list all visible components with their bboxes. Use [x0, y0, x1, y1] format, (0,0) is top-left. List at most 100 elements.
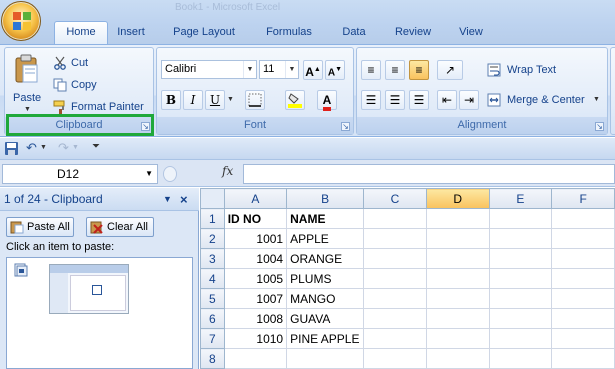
undo-dropdown-icon[interactable]: ▼	[40, 144, 47, 151]
cell-b1[interactable]: NAME	[286, 208, 365, 229]
cell[interactable]	[488, 228, 553, 249]
column-header-c[interactable]: C	[363, 188, 427, 209]
cell-a8[interactable]	[223, 348, 288, 369]
cell[interactable]	[551, 248, 615, 269]
font-color-button[interactable]: A	[317, 90, 337, 111]
copy-button[interactable]: Copy	[71, 79, 97, 91]
merge-center-button[interactable]: Merge & Center	[507, 94, 585, 106]
cell[interactable]	[363, 268, 427, 289]
cell[interactable]	[425, 308, 490, 329]
cell[interactable]	[551, 228, 615, 249]
row-header[interactable]: 8	[200, 348, 225, 369]
font-size-dropdown-icon[interactable]: ▼	[285, 61, 298, 78]
fill-color-button[interactable]	[285, 90, 305, 110]
cell[interactable]	[551, 268, 615, 289]
cell[interactable]	[363, 328, 427, 349]
bold-button[interactable]: B	[161, 90, 181, 110]
cell-b8[interactable]	[286, 348, 365, 369]
tab-formulas[interactable]: Formulas	[256, 22, 322, 44]
align-middle-button[interactable]: ≡	[385, 60, 405, 80]
cell[interactable]	[425, 268, 490, 289]
orientation-button[interactable]: ↗	[437, 60, 463, 80]
cell-b3[interactable]: ORANGE	[286, 248, 365, 269]
align-top-button[interactable]: ≡	[361, 60, 381, 80]
cell[interactable]	[425, 208, 490, 229]
wrap-text-button[interactable]: Wrap Text	[507, 64, 556, 76]
tab-data[interactable]: Data	[334, 22, 374, 44]
font-name-dropdown-icon[interactable]: ▼	[243, 61, 256, 78]
column-header-e[interactable]: E	[488, 188, 553, 209]
cell[interactable]	[488, 288, 553, 309]
format-painter-button[interactable]: Format Painter	[71, 101, 144, 113]
undo-icon[interactable]: ↶	[26, 140, 37, 156]
paste-button[interactable]: Paste ▼	[9, 52, 45, 114]
cut-button[interactable]: Cut	[71, 57, 88, 69]
cell[interactable]	[551, 348, 615, 369]
cell[interactable]	[551, 288, 615, 309]
cell[interactable]	[425, 228, 490, 249]
formula-input[interactable]	[243, 164, 615, 184]
cell-a2[interactable]: 1001	[223, 228, 288, 249]
tab-review[interactable]: Review	[386, 22, 440, 44]
name-box-dropdown-icon[interactable]: ▼	[145, 165, 153, 183]
underline-button[interactable]: U	[205, 90, 225, 110]
decrease-indent-button[interactable]: ⇤	[437, 90, 457, 110]
pane-options-dropdown-icon[interactable]: ▼	[163, 188, 172, 211]
row-header[interactable]: 6	[200, 308, 225, 329]
formula-bar-splitter-icon[interactable]	[163, 166, 177, 182]
font-dialog-launcher-icon[interactable]: ↘	[341, 122, 350, 131]
save-icon[interactable]	[4, 141, 19, 156]
cell-b2[interactable]: APPLE	[286, 228, 365, 249]
paste-dropdown-icon[interactable]: ▼	[24, 106, 31, 113]
select-all-corner[interactable]	[200, 188, 225, 209]
cell-a6[interactable]: 1008	[223, 308, 288, 329]
cell[interactable]	[488, 308, 553, 329]
cell[interactable]	[363, 288, 427, 309]
clipboard-item-thumbnail[interactable]	[49, 264, 129, 314]
cell[interactable]	[551, 208, 615, 229]
cell-b6[interactable]: GUAVA	[286, 308, 365, 329]
column-header-a[interactable]: A	[223, 188, 288, 209]
cell-b4[interactable]: PLUMS	[286, 268, 365, 289]
column-header-d[interactable]: D	[425, 188, 490, 209]
row-header[interactable]: 2	[200, 228, 225, 249]
font-name-combo[interactable]: Calibri ▼	[161, 60, 257, 79]
row-header[interactable]: 7	[200, 328, 225, 349]
row-header[interactable]: 4	[200, 268, 225, 289]
name-box[interactable]: D12 ▼	[2, 164, 158, 184]
align-left-button[interactable]: ☰	[361, 90, 381, 110]
cell[interactable]	[551, 308, 615, 329]
italic-button[interactable]: I	[183, 90, 203, 110]
cell-b7[interactable]: PINE APPLE	[286, 328, 365, 349]
row-header[interactable]: 1	[200, 208, 225, 229]
customize-qat-icon[interactable]: ⏷	[92, 141, 100, 152]
cell[interactable]	[488, 268, 553, 289]
borders-button[interactable]	[245, 90, 265, 110]
cell-a3[interactable]: 1004	[223, 248, 288, 269]
cell-b5[interactable]: MANGO	[286, 288, 365, 309]
cell[interactable]	[425, 348, 490, 369]
font-size-combo[interactable]: 11 ▼	[259, 60, 299, 79]
align-right-button[interactable]: ☰	[409, 90, 429, 110]
align-center-button[interactable]: ☰	[385, 90, 405, 110]
cell-a5[interactable]: 1007	[223, 288, 288, 309]
cell-a7[interactable]: 1010	[223, 328, 288, 349]
cell[interactable]	[363, 228, 427, 249]
cell[interactable]	[363, 348, 427, 369]
cell[interactable]	[363, 208, 427, 229]
cell[interactable]	[488, 248, 553, 269]
align-bottom-button[interactable]: ≡	[409, 60, 429, 80]
row-header[interactable]: 3	[200, 248, 225, 269]
tab-page-layout[interactable]: Page Layout	[164, 22, 244, 44]
cell[interactable]	[488, 348, 553, 369]
cell-a1[interactable]: ID NO	[223, 208, 288, 229]
tab-insert[interactable]: Insert	[110, 22, 152, 44]
cell[interactable]	[363, 248, 427, 269]
cell[interactable]	[551, 328, 615, 349]
alignment-dialog-launcher-icon[interactable]: ↘	[595, 122, 604, 131]
shrink-font-button[interactable]: A▼	[325, 60, 345, 80]
paste-all-button[interactable]: Paste All	[6, 217, 74, 237]
column-header-f[interactable]: F	[551, 188, 615, 209]
cell[interactable]	[363, 308, 427, 329]
column-header-b[interactable]: B	[286, 188, 365, 209]
